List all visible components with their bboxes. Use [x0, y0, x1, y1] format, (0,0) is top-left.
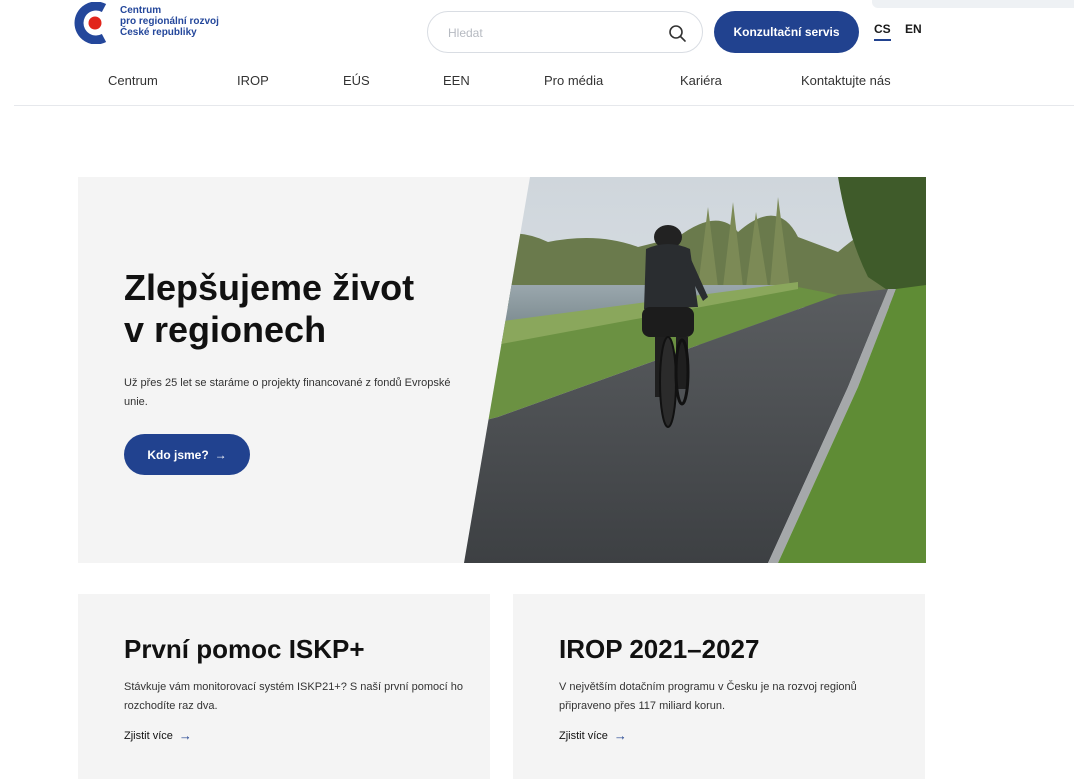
- nav-item-kariera[interactable]: Kariéra: [680, 73, 722, 88]
- card-link-more[interactable]: Zjistit více →: [124, 728, 192, 743]
- hero-title: Zlepšujeme život v regionech: [124, 267, 484, 351]
- who-are-we-button[interactable]: Kdo jsme? →: [124, 434, 250, 475]
- search-box: [427, 11, 703, 53]
- search-input[interactable]: [448, 22, 658, 44]
- arrow-right-icon: →: [178, 728, 192, 743]
- nav-item-irop[interactable]: IROP: [237, 73, 269, 88]
- search-icon[interactable]: [666, 22, 688, 44]
- nav-divider: [14, 105, 1074, 106]
- arrow-right-icon: →: [613, 728, 627, 743]
- card-title: IROP 2021–2027: [559, 634, 760, 664]
- logo-line-3: České republiky: [120, 27, 197, 38]
- nav-item-centrum[interactable]: Centrum: [108, 73, 158, 88]
- nav-item-eus[interactable]: EÚS: [343, 73, 370, 88]
- nav-item-een[interactable]: EEN: [443, 73, 470, 88]
- card-text: V největším dotačním programu v Česku je…: [559, 681, 857, 712]
- hero-title-line-2: v regionech: [124, 309, 327, 350]
- logo-text: Centrum pro regionální rozvoj České repu…: [120, 5, 219, 38]
- card-title: První pomoc ISKP+: [124, 634, 365, 664]
- hero-title-line-1: Zlepšujeme život: [124, 267, 415, 308]
- hero-photo-cyclist: [464, 177, 926, 563]
- card-text: Stávkuje vám monitorovací systém ISKP21+…: [124, 681, 464, 712]
- top-right-strip: [872, 0, 1074, 8]
- logo-line-1: Centrum: [120, 5, 162, 16]
- lang-cs-link[interactable]: CS: [874, 22, 891, 41]
- logo-mark-icon: [74, 1, 116, 45]
- consult-service-button[interactable]: Konzultační servis: [714, 11, 859, 53]
- who-are-we-label: Kdo jsme?: [147, 447, 209, 462]
- nav-item-kontakty[interactable]: Kontaktujte nás: [801, 73, 891, 88]
- arrow-right-icon: →: [214, 447, 227, 462]
- nav-item-pro-media[interactable]: Pro média: [544, 73, 603, 88]
- hero-banner: Zlepšujeme život v regionech Už přes 25 …: [78, 177, 926, 563]
- main-nav: Centrum IROP EÚS EEN Pro média Kariéra K…: [0, 73, 1074, 95]
- card-irop: IROP 2021–2027 V největším dotačním prog…: [513, 594, 925, 779]
- card-link-more[interactable]: Zjistit více →: [559, 728, 627, 743]
- lang-en-link[interactable]: EN: [905, 22, 922, 36]
- card-iskp: První pomoc ISKP+ Stávkuje vám monitorov…: [78, 594, 490, 779]
- logo-line-2: pro regionální rozvoj: [120, 16, 219, 27]
- logo-link[interactable]: Centrum pro regionální rozvoj České repu…: [74, 0, 264, 48]
- hero-description: Už přes 25 let se staráme o projekty fin…: [124, 377, 451, 408]
- card-link-label: Zjistit více: [124, 729, 173, 742]
- card-link-label: Zjistit více: [559, 729, 608, 742]
